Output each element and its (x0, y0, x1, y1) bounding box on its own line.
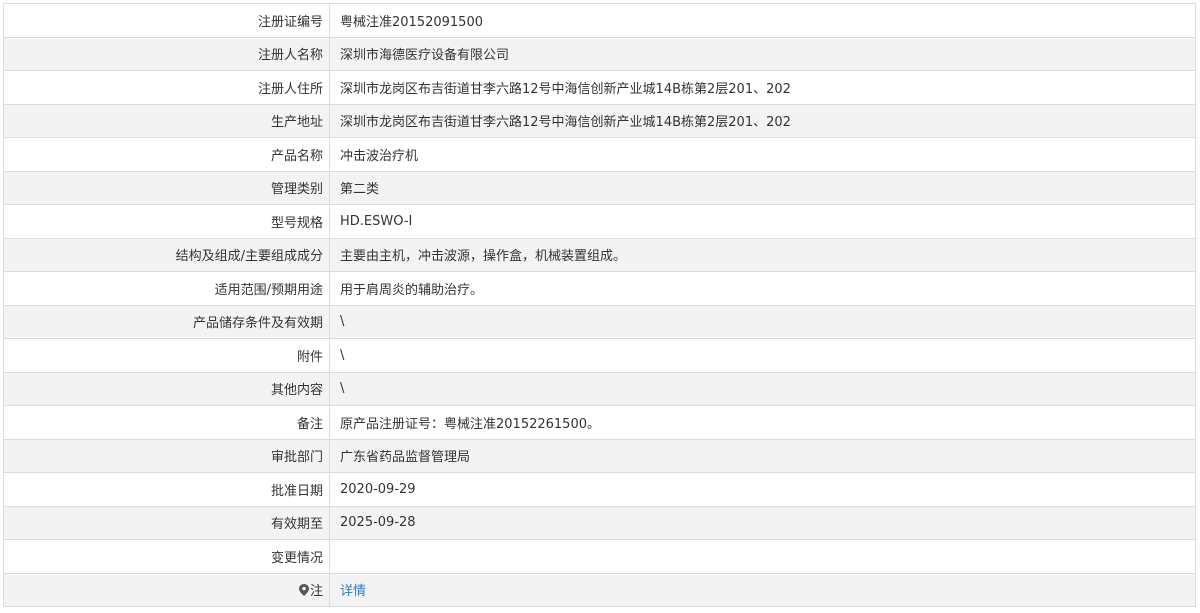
table-row: 管理类别 第二类 (3, 170, 1196, 205)
table-row: 产品名称 冲击波治疗机 (3, 137, 1196, 172)
table-row: 生产地址 深圳市龙岗区布吉街道甘李六路12号中海信创新产业城14B栋第2层201… (3, 103, 1196, 138)
table-row: 批准日期 2020-09-29 (3, 472, 1196, 507)
row-label: 产品名称 (3, 137, 330, 172)
row-value: \ (329, 338, 1196, 373)
row-value: 主要由主机，冲击波源，操作盒，机械装置组成。 (329, 237, 1196, 272)
row-label: 适用范围/预期用途 (3, 271, 330, 306)
row-label: 变更情况 (3, 539, 330, 574)
row-value: 粤械注准20152091500 (329, 3, 1196, 38)
row-value: 冲击波治疗机 (329, 137, 1196, 172)
row-label: 注册人住所 (3, 70, 330, 105)
table-row: 变更情况 (3, 539, 1196, 574)
row-value: 深圳市龙岗区布吉街道甘李六路12号中海信创新产业城14B栋第2层201、202 (329, 103, 1196, 138)
table-row: 备注 原产品注册证号：粤械注准20152261500。 (3, 405, 1196, 440)
row-label: 注册证编号 (3, 3, 330, 38)
row-value: 广东省药品监督管理局 (329, 438, 1196, 473)
row-value: \ (329, 304, 1196, 339)
row-value: 深圳市海德医疗设备有限公司 (329, 36, 1196, 71)
row-label: 有效期至 (3, 505, 330, 540)
row-value (329, 539, 1196, 574)
table-row: 附件 \ (3, 338, 1196, 373)
row-label: 管理类别 (3, 170, 330, 205)
row-value: 第二类 (329, 170, 1196, 205)
table-row: 其他内容 \ (3, 371, 1196, 406)
table-row: 型号规格 HD.ESWO-Ⅰ (3, 204, 1196, 239)
location-pin-icon (298, 584, 309, 597)
registration-detail-table: 注册证编号 粤械注准20152091500 注册人名称 深圳市海德医疗设备有限公… (3, 3, 1196, 607)
row-label: 备注 (3, 405, 330, 440)
note-label-cell: 注 (3, 572, 330, 607)
row-value: 2025-09-28 (329, 505, 1196, 540)
row-label: 生产地址 (3, 103, 330, 138)
note-row: 注 详情 (3, 572, 1196, 607)
row-value: 原产品注册证号：粤械注准20152261500。 (329, 405, 1196, 440)
details-link[interactable]: 详情 (340, 584, 366, 599)
row-value: 深圳市龙岗区布吉街道甘李六路12号中海信创新产业城14B栋第2层201、202 (329, 70, 1196, 105)
table-row: 有效期至 2025-09-28 (3, 505, 1196, 540)
row-label: 附件 (3, 338, 330, 373)
table-row: 审批部门 广东省药品监督管理局 (3, 438, 1196, 473)
note-value-cell: 详情 (329, 572, 1196, 607)
row-value: 用于肩周炎的辅助治疗。 (329, 271, 1196, 306)
table-row: 注册人住所 深圳市龙岗区布吉街道甘李六路12号中海信创新产业城14B栋第2层20… (3, 70, 1196, 105)
row-label: 批准日期 (3, 472, 330, 507)
row-value: \ (329, 371, 1196, 406)
row-label: 结构及组成/主要组成成分 (3, 237, 330, 272)
note-label: 注 (309, 584, 323, 600)
row-label: 产品储存条件及有效期 (3, 304, 330, 339)
row-value: 2020-09-29 (329, 472, 1196, 507)
table-row: 注册人名称 深圳市海德医疗设备有限公司 (3, 36, 1196, 71)
row-label: 型号规格 (3, 204, 330, 239)
row-value: HD.ESWO-Ⅰ (329, 204, 1196, 239)
row-label: 注册人名称 (3, 36, 330, 71)
table-row: 产品储存条件及有效期 \ (3, 304, 1196, 339)
table-row: 注册证编号 粤械注准20152091500 (3, 3, 1196, 38)
row-label: 其他内容 (3, 371, 330, 406)
table-row: 适用范围/预期用途 用于肩周炎的辅助治疗。 (3, 271, 1196, 306)
row-label: 审批部门 (3, 438, 330, 473)
table-row: 结构及组成/主要组成成分 主要由主机，冲击波源，操作盒，机械装置组成。 (3, 237, 1196, 272)
